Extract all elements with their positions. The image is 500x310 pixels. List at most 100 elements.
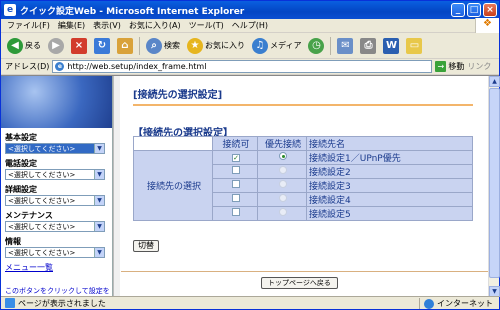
forward-arrow-icon: ▶ xyxy=(48,37,64,54)
chevron-down-icon: ▼ xyxy=(94,222,104,231)
maximize-button[interactable]: □ xyxy=(467,3,481,17)
priority-radio-1[interactable] xyxy=(279,152,287,160)
menu-bar: ファイル(F) 編集(E) 表示(V) お気に入り(A) ツール(T) ヘルプ(… xyxy=(1,18,499,34)
close-button[interactable]: × xyxy=(483,3,497,17)
chevron-down-icon: ▼ xyxy=(94,144,104,153)
windows-logo-icon: ❖ xyxy=(475,18,499,34)
edit-button[interactable]: W xyxy=(381,36,401,56)
favorites-button[interactable]: ★ お気に入り xyxy=(185,36,247,56)
address-bar: アドレス(D) e http://web.setup/index_frame.h… xyxy=(1,59,499,75)
connection-table: 接続可 優先接続 接続先名 接続先の選択 ✓ 接続設定1／UPnP優先 接続設定… xyxy=(133,136,473,221)
basic-settings-select[interactable]: <選択してください> ▼ xyxy=(5,143,105,154)
enabled-checkbox-4[interactable] xyxy=(232,194,240,202)
page-title: [接続先の選択設定] xyxy=(133,86,473,106)
nav-section-basic: 基本設定 <選択してください> ▼ xyxy=(1,128,112,154)
links-label[interactable]: リンク xyxy=(467,61,491,72)
select-value: <選択してください> xyxy=(8,222,76,231)
left-frame-scrollbar[interactable] xyxy=(113,76,120,297)
media-icon: ♫ xyxy=(252,37,268,54)
nav-section-label: 電話設定 xyxy=(5,159,37,168)
zone-label: インターネット xyxy=(437,299,493,308)
priority-radio-3[interactable] xyxy=(279,180,287,188)
main-frame: [接続先の選択設定] 【接続先の選択設定】 接続可 優先接続 接続先名 接続先の… xyxy=(121,76,488,297)
menu-help[interactable]: ヘルプ(H) xyxy=(232,20,268,31)
stop-button[interactable]: × xyxy=(69,36,89,56)
go-label: 移動 xyxy=(448,62,465,71)
priority-cell xyxy=(258,165,306,178)
back-button[interactable]: ◀ 戻る xyxy=(5,36,43,56)
search-label: 検索 xyxy=(164,41,180,50)
connection-name: 接続設定2 xyxy=(307,165,472,178)
enabled-checkbox-2[interactable] xyxy=(232,166,240,174)
advanced-settings-select[interactable]: <選択してください> ▼ xyxy=(5,195,105,206)
menu-edit[interactable]: 編集(E) xyxy=(58,20,85,31)
menu-favorites[interactable]: お気に入り(A) xyxy=(129,20,181,31)
nav-section-advanced: 詳細設定 <選択してください> ▼ xyxy=(1,180,112,206)
forward-button[interactable]: ▶ xyxy=(46,36,66,56)
ie-icon: e xyxy=(4,4,16,16)
globe-icon xyxy=(424,298,434,309)
enabled-checkbox-1[interactable]: ✓ xyxy=(232,153,240,162)
go-arrow-icon: → xyxy=(435,61,447,72)
search-button[interactable]: ⌕ 検索 xyxy=(144,36,182,56)
title-bar: e クイック設定Web - Microsoft Internet Explore… xyxy=(1,1,499,19)
enabled-cell xyxy=(213,193,257,206)
go-button[interactable]: → 移動 xyxy=(435,61,464,72)
menu-list-link[interactable]: メニュー一覧 xyxy=(5,262,112,273)
back-label: 戻る xyxy=(25,41,41,50)
menu-tools[interactable]: ツール(T) xyxy=(189,20,224,31)
home-button[interactable]: ⌂ xyxy=(115,36,135,56)
chevron-down-icon: ▼ xyxy=(94,196,104,205)
mail-button[interactable]: ✉ xyxy=(335,36,355,56)
enabled-checkbox-5[interactable] xyxy=(232,208,240,216)
column-header-enabled: 接続可 xyxy=(213,137,257,150)
maintenance-select[interactable]: <選択してください> ▼ xyxy=(5,221,105,232)
enabled-checkbox-3[interactable] xyxy=(232,180,240,188)
address-input[interactable]: e http://web.setup/index_frame.html xyxy=(52,60,433,73)
priority-cell xyxy=(258,207,306,220)
scroll-up-icon[interactable]: ▲ xyxy=(489,76,500,87)
address-label: アドレス(D) xyxy=(5,62,50,71)
back-arrow-icon: ◀ xyxy=(7,37,23,54)
nav-section-phone: 電話設定 <選択してください> ▼ xyxy=(1,154,112,180)
menu-view[interactable]: 表示(V) xyxy=(93,20,121,31)
nav-section-info: 情報 <選択してください> ▼ xyxy=(1,232,112,258)
messenger-button[interactable]: ▭ xyxy=(404,36,424,56)
minimize-button[interactable]: _ xyxy=(451,3,465,17)
priority-radio-2[interactable] xyxy=(279,166,287,174)
printer-icon: ⎙ xyxy=(360,37,377,54)
search-icon: ⌕ xyxy=(146,37,162,54)
nav-section-label: メンテナンス xyxy=(5,211,53,220)
row-header-select: 接続先の選択 xyxy=(134,151,212,220)
select-value: <選択してください> xyxy=(8,196,76,205)
history-button[interactable]: ◷ xyxy=(306,36,326,56)
favorites-label: お気に入り xyxy=(205,41,245,50)
priority-radio-4[interactable] xyxy=(279,194,287,202)
main-scrollbar[interactable]: ▲ ▼ xyxy=(488,76,500,297)
table-corner xyxy=(134,137,212,150)
scroll-thumb[interactable] xyxy=(489,88,500,278)
refresh-button[interactable]: ↻ xyxy=(92,36,112,56)
page-icon: e xyxy=(55,62,65,71)
phone-settings-select[interactable]: <選択してください> ▼ xyxy=(5,169,105,180)
window-title: クイック設定Web - Microsoft Internet Explorer xyxy=(20,6,245,17)
nav-section-maintenance: メンテナンス <選択してください> ▼ xyxy=(1,206,112,232)
banner-image xyxy=(1,76,112,128)
priority-cell xyxy=(258,179,306,192)
info-select[interactable]: <選択してください> ▼ xyxy=(5,247,105,258)
priority-cell xyxy=(258,193,306,206)
enabled-cell xyxy=(213,179,257,192)
nav-section-label: 基本設定 xyxy=(5,133,37,142)
back-to-top-page-button[interactable]: トップページへ戻る xyxy=(261,277,338,289)
print-button[interactable]: ⎙ xyxy=(358,36,378,56)
nav-section-label: 情報 xyxy=(5,237,21,246)
priority-radio-5[interactable] xyxy=(279,208,287,216)
column-header-name: 接続先名 xyxy=(307,137,472,150)
switch-button[interactable]: 切替 xyxy=(133,240,159,252)
menu-file[interactable]: ファイル(F) xyxy=(7,20,50,31)
footer-divider xyxy=(121,271,488,272)
media-button[interactable]: ♫ メディア xyxy=(250,36,303,56)
note-icon: ▭ xyxy=(406,37,423,54)
enabled-cell: ✓ xyxy=(213,151,257,164)
page-content: 基本設定 <選択してください> ▼ 電話設定 <選択してください> ▼ 詳細設定… xyxy=(1,75,500,297)
